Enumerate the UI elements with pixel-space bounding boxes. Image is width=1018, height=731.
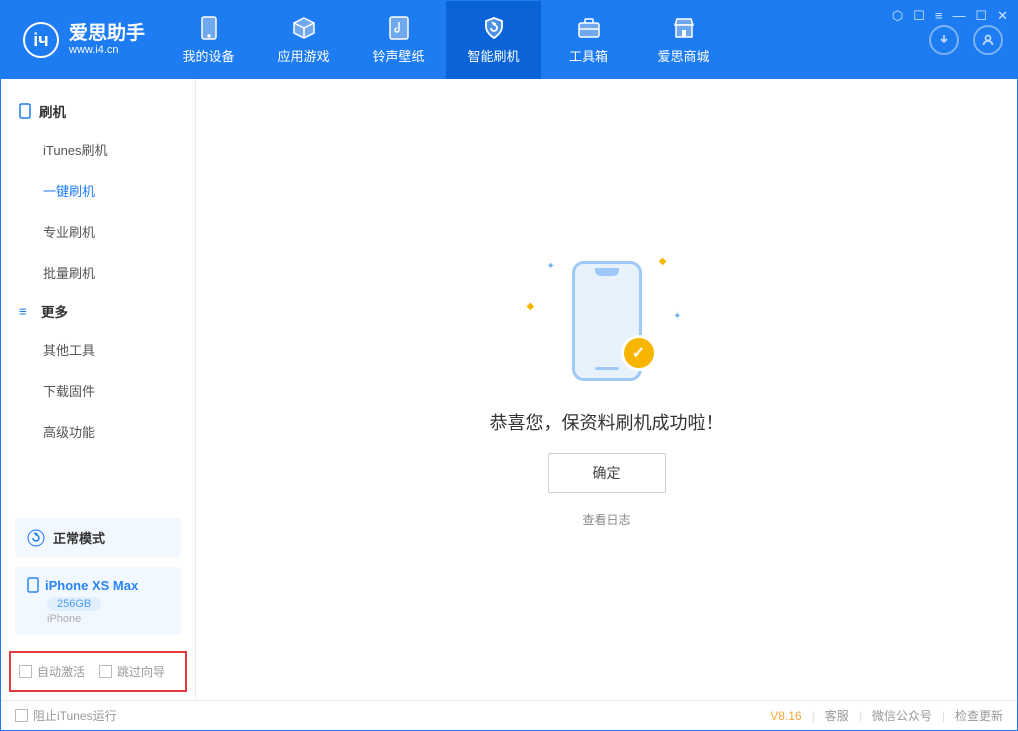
menu-icon[interactable]: ≡ — [935, 8, 943, 24]
hamburger-icon: ≡ — [19, 304, 33, 319]
tab-label: 爱思商城 — [658, 46, 710, 65]
device-type: iPhone — [47, 613, 169, 625]
cube-icon — [291, 15, 317, 41]
version-label: V8.16 — [770, 709, 801, 723]
music-icon — [386, 15, 412, 41]
close-icon[interactable]: ✕ — [997, 8, 1008, 24]
tshirt-icon[interactable]: ⬡ — [892, 8, 903, 24]
tab-flash[interactable]: 智能刷机 — [446, 1, 541, 79]
sidebar-item-other-tools[interactable]: 其他工具 — [1, 329, 195, 370]
sidebar-section-flash: 刷机 — [1, 93, 195, 129]
tab-label: 工具箱 — [569, 46, 608, 65]
ok-button[interactable]: 确定 — [548, 453, 666, 493]
sidebar-item-download-firmware[interactable]: 下载固件 — [1, 370, 195, 411]
sidebar-item-advanced[interactable]: 高级功能 — [1, 411, 195, 452]
device-box[interactable]: iPhone XS Max 256GB iPhone — [15, 567, 181, 635]
logo: iч 爱思助手 www.i4.cn — [1, 22, 161, 58]
options-box: 自动激活 跳过向导 — [9, 651, 187, 692]
tab-label: 智能刷机 — [468, 46, 520, 65]
checkbox-icon — [15, 709, 28, 722]
tab-store[interactable]: 爱思商城 — [636, 1, 731, 79]
window-controls: ⬡ ☐ ≡ — ☐ ✕ — [892, 8, 1008, 24]
device-capacity: 256GB — [47, 597, 101, 611]
logo-icon: iч — [23, 22, 59, 58]
app-title: 爱思助手 — [69, 24, 145, 45]
download-button[interactable] — [929, 25, 959, 55]
mode-label: 正常模式 — [53, 528, 105, 547]
section-label: 刷机 — [39, 101, 66, 121]
success-message: 恭喜您，保资料刷机成功啦！ — [490, 409, 724, 435]
tab-label: 应用游戏 — [278, 46, 330, 65]
phone-icon — [196, 15, 222, 41]
mode-box[interactable]: 正常模式 — [15, 518, 181, 557]
header: iч 爱思助手 www.i4.cn 我的设备 应用游戏 铃声壁纸 智能刷机 工具… — [1, 1, 1017, 79]
tab-my-device[interactable]: 我的设备 — [161, 1, 256, 79]
main-content: ✦ ◆ ◆ ✦ ✓ 恭喜您，保资料刷机成功啦！ 确定 查看日志 — [196, 79, 1017, 700]
checkbox-icon — [19, 665, 32, 678]
sidebar-item-pro-flash[interactable]: 专业刷机 — [1, 211, 195, 252]
check-update-link[interactable]: 检查更新 — [955, 707, 1003, 724]
nav-tabs: 我的设备 应用游戏 铃声壁纸 智能刷机 工具箱 爱思商城 — [161, 1, 731, 79]
shield-refresh-icon — [481, 15, 507, 41]
wechat-link[interactable]: 微信公众号 — [872, 707, 932, 724]
auto-activate-checkbox[interactable]: 自动激活 — [19, 663, 85, 680]
tab-apps[interactable]: 应用游戏 — [256, 1, 351, 79]
section-label: 更多 — [41, 301, 68, 321]
view-log-link[interactable]: 查看日志 — [582, 511, 630, 528]
sidebar: 刷机 iTunes刷机 一键刷机 专业刷机 批量刷机 ≡ 更多 其他工具 下载固… — [1, 79, 196, 700]
refresh-icon — [27, 529, 45, 547]
user-button[interactable] — [973, 25, 1003, 55]
lock-icon[interactable]: ☐ — [913, 8, 925, 24]
device-icon — [27, 577, 39, 593]
checkbox-label: 自动激活 — [37, 663, 85, 680]
minimize-icon[interactable]: — — [952, 8, 965, 24]
maximize-icon[interactable]: ☐ — [975, 8, 987, 24]
success-illustration: ✦ ◆ ◆ ✦ ✓ — [517, 251, 697, 391]
sidebar-section-more: ≡ 更多 — [1, 293, 195, 329]
block-itunes-checkbox[interactable]: 阻止iTunes运行 — [15, 707, 117, 724]
tab-label: 我的设备 — [183, 46, 235, 65]
tab-toolbox[interactable]: 工具箱 — [541, 1, 636, 79]
tab-ringtones[interactable]: 铃声壁纸 — [351, 1, 446, 79]
check-icon: ✓ — [621, 335, 657, 371]
device-name: iPhone XS Max — [45, 578, 138, 593]
store-icon — [671, 15, 697, 41]
support-link[interactable]: 客服 — [825, 707, 849, 724]
checkbox-label: 阻止iTunes运行 — [33, 707, 117, 724]
sidebar-item-itunes-flash[interactable]: iTunes刷机 — [1, 129, 195, 170]
footer: 阻止iTunes运行 V8.16 | 客服 | 微信公众号 | 检查更新 — [1, 700, 1017, 730]
sidebar-item-onekey-flash[interactable]: 一键刷机 — [1, 170, 195, 211]
tab-label: 铃声壁纸 — [373, 46, 425, 65]
phone-small-icon — [19, 103, 31, 119]
toolbox-icon — [576, 15, 602, 41]
checkbox-icon — [99, 665, 112, 678]
checkbox-label: 跳过向导 — [117, 663, 165, 680]
skip-guide-checkbox[interactable]: 跳过向导 — [99, 663, 165, 680]
sidebar-item-batch-flash[interactable]: 批量刷机 — [1, 252, 195, 293]
app-subtitle: www.i4.cn — [69, 44, 145, 56]
